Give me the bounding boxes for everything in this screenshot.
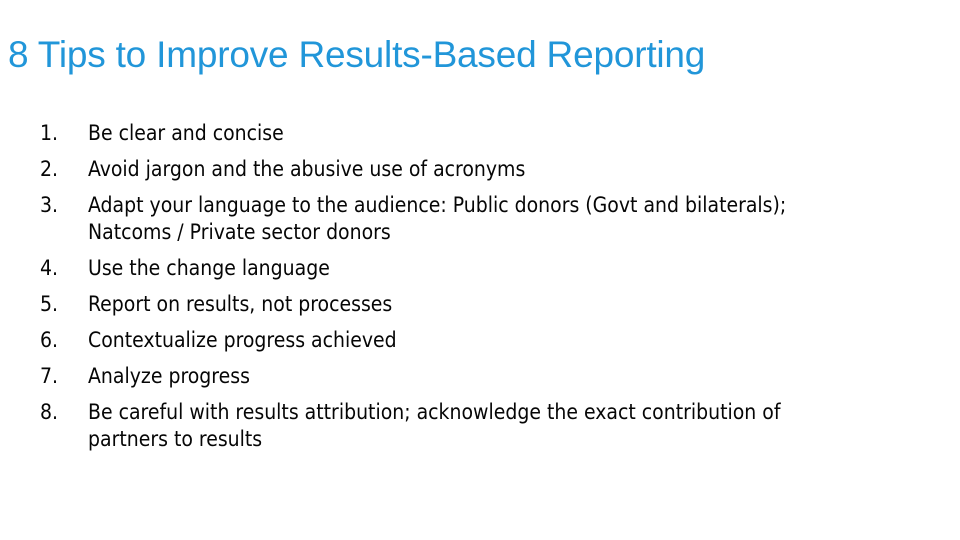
list-item-text: Contextualize progress achieved [88,328,397,352]
list-item-text: Use the change language [88,256,330,280]
presentation-slide: 8 Tips to Improve Results-Based Reportin… [0,0,960,540]
list-item-number: 8. [40,400,59,424]
list-item: 3. Adapt your language to the audience: … [40,192,830,246]
list-item-text: Be careful with results attribution; ack… [88,400,781,451]
tips-list: 1. Be clear and concise 2. Avoid jargon … [40,120,830,453]
list-item: 7. Analyze progress [40,363,830,390]
list-item: 6. Contextualize progress achieved [40,327,830,354]
list-item: 2. Avoid jargon and the abusive use of a… [40,156,830,183]
list-item-text: Analyze progress [88,364,250,388]
list-item: 1. Be clear and concise [40,120,830,147]
list-item-text: Adapt your language to the audience: Pub… [88,193,787,244]
list-item-number: 6. [40,328,59,352]
list-item-number: 1. [40,121,59,145]
list-item-number: 7. [40,364,59,388]
list-item-text: Report on results, not processes [88,292,393,316]
list-item: 5. Report on results, not processes [40,291,830,318]
list-item: 8. Be careful with results attribution; … [40,399,830,453]
list-item: 4. Use the change language [40,255,830,282]
list-item-text: Be clear and concise [88,121,284,145]
list-item-number: 2. [40,157,59,181]
list-item-number: 4. [40,256,59,280]
list-item-number: 3. [40,193,59,217]
list-item-text: Avoid jargon and the abusive use of acro… [88,157,526,181]
page-title: 8 Tips to Improve Results-Based Reportin… [8,33,706,75]
list-item-number: 5. [40,292,59,316]
